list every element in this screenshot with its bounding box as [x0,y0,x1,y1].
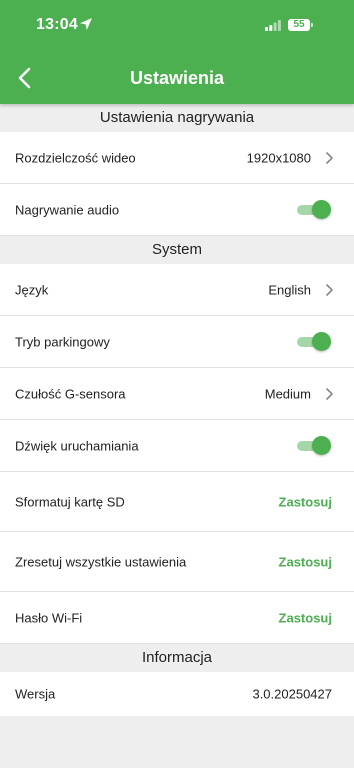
row-audio-recording: Nagrywanie audio [0,184,354,236]
toggle-knob [312,331,331,351]
location-arrow-icon [80,18,92,30]
toggle-knob [312,435,331,455]
page-title: Ustawienia [129,68,225,88]
row-reset-all: Zresetuj wszystkie ustawienia Zastosuj [0,532,354,592]
row-parking-mode: Tryb parkingowy [0,316,354,368]
reset-all-label: Zresetuj wszystkie ustawienia [15,554,187,569]
row-startup-sound: Dźwięk uruchamiania [0,420,354,472]
battery-indicator: 55 [288,19,313,31]
audio-recording-label: Nagrywanie audio [15,202,120,217]
g-sensor-value: Medium [264,386,311,401]
chevron-right-icon [326,387,333,400]
video-resolution-label: Rozdzielczość wideo [15,150,136,165]
version-value: 3.0.20250427 [252,686,332,702]
video-resolution-value: 1920x1080 [246,150,311,165]
language-value: English [268,282,311,297]
parking-mode-toggle[interactable] [297,331,331,352]
toggle-knob [312,199,331,219]
format-sd-label: Sformatuj kartę SD [15,494,125,509]
app-header: 13:04 55 Ustawienia [0,0,354,104]
parking-mode-label: Tryb parkingowy [15,334,110,349]
section-header-recording: Ustawienia nagrywania [0,104,354,132]
section-header-system: System [0,236,354,264]
version-label: Wersja [15,686,56,702]
section-header-info: Informacja [0,644,354,672]
row-video-resolution[interactable]: Rozdzielczość wideo 1920x1080 [0,132,354,184]
battery-level: 55 [293,19,305,30]
row-wifi-password: Hasło Wi-Fi Zastosuj [0,592,354,644]
row-language[interactable]: Język English [0,264,354,316]
row-g-sensor[interactable]: Czułość G-sensora Medium [0,368,354,420]
wifi-password-label: Hasło Wi-Fi [15,610,83,625]
battery-tip [311,23,313,27]
status-time: 13:04 [36,16,78,33]
chevron-right-icon [326,283,333,296]
chevron-right-icon [326,151,333,164]
reset-all-apply-button[interactable]: Zastosuj [279,554,332,569]
cellular-signal-icon [265,20,281,31]
startup-sound-label: Dźwięk uruchamiania [15,438,139,453]
row-version: Wersja 3.0.20250427 [0,672,354,716]
row-format-sd: Sformatuj kartę SD Zastosuj [0,472,354,532]
audio-recording-toggle[interactable] [297,199,331,220]
format-sd-apply-button[interactable]: Zastosuj [279,494,332,509]
language-label: Język [15,282,49,297]
wifi-password-apply-button[interactable]: Zastosuj [279,610,332,625]
startup-sound-toggle[interactable] [297,435,331,456]
g-sensor-label: Czułość G-sensora [15,386,126,401]
